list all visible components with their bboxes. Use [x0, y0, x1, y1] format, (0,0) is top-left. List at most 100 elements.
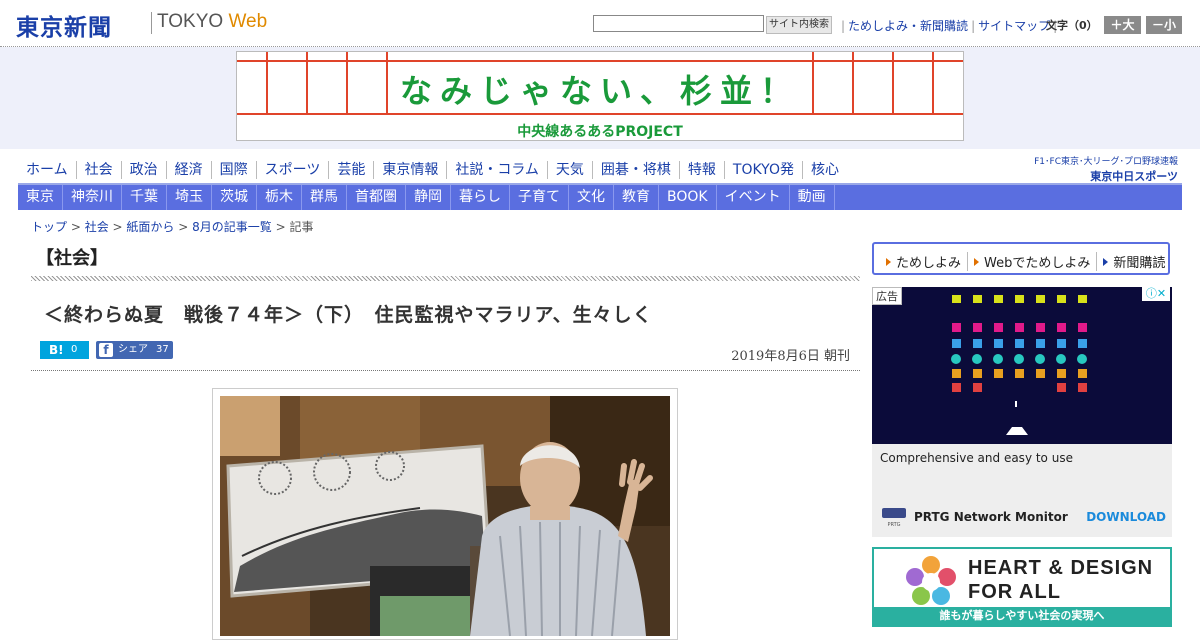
facebook-icon: f: [99, 343, 113, 357]
nav-entertainment[interactable]: 芸能: [329, 161, 375, 179]
nav-go-shogi[interactable]: 囲碁・将棋: [593, 161, 680, 179]
advertisement[interactable]: 広告 ⓘ✕ Comprehensive and easy to use PRTG…: [872, 287, 1172, 537]
hd-banner-line2: FOR ALL: [968, 581, 1061, 603]
nav-living[interactable]: 暮らし: [451, 185, 510, 210]
promo-banner[interactable]: なみじゃない、杉並！ 中央線あるあるPROJECT: [236, 51, 964, 141]
subscription-box: ためしよみ Webでためしよみ 新聞購読: [872, 242, 1170, 275]
hatched-divider: [31, 276, 860, 281]
main-nav: ホーム 社会 政治 経済 国際 スポーツ 芸能 東京情報 社説・コラム 天気 囲…: [18, 158, 847, 182]
article-title: ＜終わらぬ夏 戦後７４年＞（下） 住民監視やマラリア、生々しく: [44, 304, 653, 326]
subscription-links: ためしよみ Webでためしよみ 新聞購読: [880, 252, 1171, 271]
trial-link[interactable]: ためしよみ: [880, 252, 969, 271]
breadcrumb-sep: >: [67, 220, 85, 234]
font-size-label: 文字（0）: [1046, 19, 1098, 32]
breadcrumb-paper[interactable]: 紙面から: [126, 220, 174, 234]
link-separator: |: [971, 19, 976, 33]
nav-weather[interactable]: 天気: [548, 161, 593, 179]
banner-subtitle: 中央線あるあるPROJECT: [517, 124, 683, 140]
breadcrumb-sep: >: [271, 220, 290, 234]
region-kanagawa[interactable]: 神奈川: [63, 185, 122, 210]
breadcrumb: トップ > 社会 > 紙面から > 8月の記事一覧 > 記事: [31, 218, 313, 235]
region-gunma[interactable]: 群馬: [302, 185, 347, 210]
search-button[interactable]: サイト内検索: [766, 16, 832, 34]
article-date: 2019年8月6日 朝刊: [731, 349, 850, 364]
site-logo[interactable]: 東京新聞: [16, 8, 112, 42]
region-shutoken[interactable]: 首都圏: [347, 185, 406, 210]
section-heading: 【社会】: [36, 248, 108, 269]
font-larger-button[interactable]: ＋大: [1104, 16, 1141, 34]
banner-title: なみじゃない、杉並！: [399, 72, 800, 110]
space-invaders-graphic: [872, 287, 1172, 444]
prtg-logo-icon: PRTG: [882, 508, 906, 528]
nav-society[interactable]: 社会: [77, 161, 122, 179]
nav-education[interactable]: 教育: [614, 185, 659, 210]
ad-brand: PRTG Network Monitor: [914, 510, 1068, 524]
tokyo-web-logo[interactable]: TOKYO Web: [157, 11, 267, 33]
nav-international[interactable]: 国際: [212, 161, 257, 179]
article-divider: [31, 370, 860, 371]
nav-culture[interactable]: 文化: [569, 185, 614, 210]
nav-sports[interactable]: スポーツ: [257, 161, 330, 179]
link-separator: |: [841, 19, 846, 33]
logo-divider: [151, 12, 152, 34]
sitemap-link[interactable]: サイトマップ: [978, 19, 1050, 33]
facebook-share-button[interactable]: f シェア 37: [96, 341, 173, 359]
nav-events[interactable]: イベント: [717, 185, 790, 210]
font-smaller-button[interactable]: －小: [1146, 16, 1182, 34]
ad-label: 広告: [872, 287, 902, 305]
article-photo[interactable]: [220, 396, 670, 636]
ad-choices-icon[interactable]: ⓘ✕: [1142, 287, 1170, 301]
hatena-bookmark-button[interactable]: B! 0: [40, 341, 89, 359]
ad-download-button[interactable]: DOWNLOAD: [1086, 510, 1166, 524]
logo-web-text: Web: [228, 11, 268, 32]
trial-link-label: ためしよみ: [896, 256, 962, 271]
hd-banner-tagline: 誰もが暮らしやすい社会の実現へ: [874, 607, 1170, 625]
search-input[interactable]: [593, 15, 764, 32]
chunichi-tagline: F1･FC東京･大リーグ･プロ野球速報: [1034, 157, 1178, 167]
nav-tokyo-hatsu[interactable]: TOKYO発: [725, 161, 803, 179]
hd-banner-line1: HEART & DESIGN: [968, 557, 1154, 579]
arrow-icon: [886, 257, 891, 266]
breadcrumb-current: 記事: [289, 220, 314, 234]
chunichi-sports-link[interactable]: F1･FC東京･大リーグ･プロ野球速報 東京中日スポーツ: [1026, 154, 1178, 184]
subscribe-link-label: 新聞購読: [1113, 256, 1166, 271]
facebook-share-label: シェア: [118, 344, 148, 355]
nav-special-report[interactable]: 特報: [680, 161, 725, 179]
logo-tokyo-text: TOKYO: [157, 11, 224, 32]
ad-headline: Comprehensive and easy to use: [880, 451, 1073, 465]
chunichi-logo: 東京中日スポーツ: [1090, 170, 1178, 183]
nav-editorial[interactable]: 社説・コラム: [447, 161, 548, 179]
region-chiba[interactable]: 千葉: [122, 185, 167, 210]
web-trial-link[interactable]: Webでためしよみ: [968, 252, 1098, 271]
nav-book[interactable]: BOOK: [659, 185, 717, 210]
trial-subscribe-link[interactable]: ためしよみ・新聞購読: [848, 19, 968, 33]
breadcrumb-month-list[interactable]: 8月の記事一覧: [192, 220, 272, 234]
nav-video[interactable]: 動画: [790, 185, 835, 210]
breadcrumb-top[interactable]: トップ: [31, 220, 67, 234]
breadcrumb-sep: >: [174, 220, 193, 234]
region-nav: 東京 神奈川 千葉 埼玉 茨城 栃木 群馬 首都圏 静岡 暮らし 子育て 文化 …: [18, 185, 1182, 210]
nav-tokyo-info[interactable]: 東京情報: [374, 161, 448, 179]
region-ibaraki[interactable]: 茨城: [212, 185, 257, 210]
nav-kakushin[interactable]: 核心: [803, 161, 847, 179]
heart-design-banner[interactable]: HEART & DESIGN FOR ALL 誰もが暮らしやすい社会の実現へ: [872, 547, 1172, 627]
breadcrumb-sep: >: [108, 220, 127, 234]
region-tokyo[interactable]: 東京: [18, 185, 63, 210]
region-tochigi[interactable]: 栃木: [257, 185, 302, 210]
article-photo-image: [220, 396, 670, 636]
nav-home[interactable]: ホーム: [18, 161, 77, 179]
hatena-icon: B!: [49, 343, 64, 357]
region-saitama[interactable]: 埼玉: [167, 185, 212, 210]
nav-politics[interactable]: 政治: [122, 161, 167, 179]
facebook-share-count: 37: [156, 344, 169, 355]
hatena-count: 0: [71, 344, 78, 355]
nav-parenting[interactable]: 子育て: [510, 185, 569, 210]
nav-economy[interactable]: 経済: [167, 161, 212, 179]
subscribe-link[interactable]: 新聞購読: [1097, 252, 1171, 271]
region-shizuoka[interactable]: 静岡: [406, 185, 451, 210]
header-links: | ためしよみ・新聞購読 | サイトマップ |: [838, 17, 1060, 34]
flower-logo-icon: [906, 556, 956, 605]
site-header: 東京新聞 TOKYO Web サイト内検索 | ためしよみ・新聞購読 | サイトマップ…: [0, 0, 1200, 47]
breadcrumb-society[interactable]: 社会: [85, 220, 109, 234]
arrow-icon: [974, 257, 980, 266]
